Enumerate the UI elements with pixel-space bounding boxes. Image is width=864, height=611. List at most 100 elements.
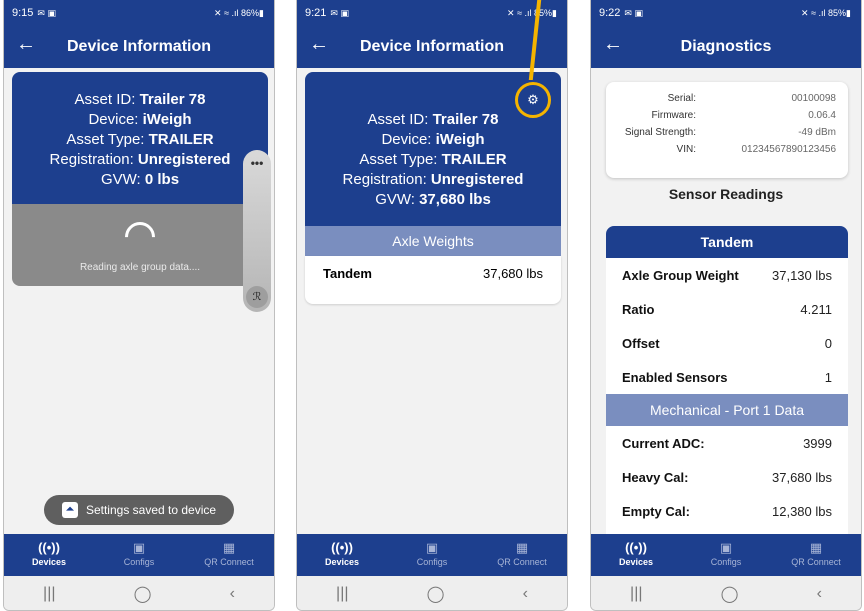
- tandem-row: Offset 0: [622, 335, 832, 351]
- back-arrow-icon[interactable]: ←: [16, 33, 36, 56]
- bottom-navigation: ((•)) Devices ▣ Configs ▦ QR Connect: [4, 534, 274, 576]
- app-bar: ← Diagnostics: [591, 26, 861, 68]
- page-title: Device Information: [359, 38, 505, 55]
- nav-devices[interactable]: ((•)) Devices: [297, 534, 387, 576]
- gvw-row: GVW: 37,680 lbs: [375, 191, 491, 208]
- system-navigation-bar: ||| ◯ ‹: [4, 576, 274, 610]
- axle-weights-header: Axle Weights: [305, 226, 561, 256]
- status-time: 9:15: [12, 7, 34, 19]
- nav-configs[interactable]: ▣ Configs: [387, 534, 477, 576]
- asset-type-row: Asset Type: TRAILER: [66, 131, 214, 148]
- gvw-value: 0 lbs: [144, 171, 180, 188]
- device-row: Device: iWeigh: [381, 131, 485, 148]
- broadcast-icon: ((•)): [625, 540, 647, 555]
- nav-devices[interactable]: ((•)) Devices: [591, 534, 681, 576]
- device-config-icon: ▣: [425, 540, 439, 555]
- system-indicators: ✕ ≈ .ıl 86%▮: [214, 7, 264, 18]
- tandem-row: Axle Group Weight 37,130 lbs: [622, 267, 832, 283]
- toast-message: ⏶ Settings saved to device: [44, 495, 234, 525]
- qr-code-icon: ▦: [809, 540, 823, 555]
- status-time: 9:22: [599, 7, 621, 19]
- nav-qr-connect[interactable]: ▦ QR Connect: [184, 534, 274, 576]
- status-bar: 9:21 ✉ ▣ ✕ ≈ .ıl 85%▮: [297, 0, 567, 26]
- bottom-navigation: ((•)) Devices ▣ Configs ▦ QR Connect: [591, 534, 861, 576]
- registration-row: Registration: Unregistered: [342, 171, 524, 188]
- status-bar: 9:15 ✉ ▣ ✕ ≈ .ıl 86%▮: [4, 0, 274, 26]
- broadcast-icon: ((•)): [38, 540, 60, 555]
- tandem-row: Ratio 4.211: [622, 301, 832, 317]
- asset-id-value: Trailer 78: [139, 91, 206, 108]
- system-back-button[interactable]: ‹: [523, 585, 528, 603]
- registration-value: Unregistered: [137, 151, 231, 168]
- qr-code-icon: ▦: [515, 540, 529, 555]
- qr-code-icon: ▦: [222, 540, 236, 555]
- registration-value: Unregistered: [430, 171, 524, 188]
- diag-row-firmware: Firmware: 0.06.4: [651, 110, 836, 121]
- side-panel-handle-icon[interactable]: ℛ: [246, 286, 268, 308]
- system-navigation-bar: ||| ◯ ‹: [591, 576, 861, 610]
- axle-row-tandem[interactable]: Tandem 37,680 lbs: [305, 256, 561, 304]
- phone-screen-1: 9:15 ✉ ▣ ✕ ≈ .ıl 86%▮ ← Device Informati…: [3, 0, 275, 611]
- gvw-row: GVW: 0 lbs: [100, 171, 180, 188]
- recent-apps-button[interactable]: |||: [630, 585, 642, 603]
- asset-id-row: Asset ID: Trailer 78: [74, 91, 206, 108]
- nav-qr-connect[interactable]: ▦ QR Connect: [771, 534, 861, 576]
- recent-apps-button[interactable]: |||: [336, 585, 348, 603]
- system-indicators: ✕ ≈ .ıl 85%▮: [507, 7, 557, 18]
- mech-row: Current ADC: 3999: [622, 435, 832, 451]
- sensor-readings-title: Sensor Readings: [668, 186, 784, 202]
- notification-icons: ✉ ▣: [330, 7, 349, 18]
- home-button[interactable]: ◯: [134, 584, 152, 604]
- system-back-button[interactable]: ‹: [230, 585, 235, 603]
- system-navigation-bar: ||| ◯ ‹: [297, 576, 567, 610]
- back-arrow-icon[interactable]: ←: [309, 33, 329, 56]
- nav-configs[interactable]: ▣ Configs: [681, 534, 771, 576]
- toast-text: Settings saved to device: [85, 503, 217, 517]
- more-options-icon[interactable]: •••: [243, 156, 271, 170]
- asset-type-value: TRAILER: [441, 151, 507, 168]
- diagnostics-info-card: Serial: 00100098 Firmware: 0.06.4 Signal S…: [606, 82, 848, 178]
- device-info-card: Asset ID: Trailer 78 Device: iWeigh Asse…: [12, 72, 268, 204]
- phone-screen-2: 9:21 ✉ ▣ ✕ ≈ .ıl 85%▮ ← Device Informati…: [296, 0, 568, 611]
- notification-icons: ✉ ▣: [37, 7, 56, 18]
- device-config-icon: ▣: [719, 540, 733, 555]
- system-indicators: ✕ ≈ .ıl 85%▮: [801, 7, 851, 18]
- diag-row-vin: VIN: 01234567890123456: [676, 144, 836, 155]
- tandem-row: Enabled Sensors 1: [622, 369, 832, 385]
- settings-sliders-icon[interactable]: ⚙: [515, 82, 551, 118]
- home-button[interactable]: ◯: [427, 584, 445, 604]
- bottom-navigation: ((•)) Devices ▣ Configs ▦ QR Connect: [297, 534, 567, 576]
- registration-row: Registration: Unregistered: [49, 151, 231, 168]
- app-bar: ← Device Information: [297, 26, 567, 68]
- loading-text: Reading axle group data....: [79, 262, 201, 273]
- asset-type-value: TRAILER: [148, 131, 214, 148]
- nav-configs[interactable]: ▣ Configs: [94, 534, 184, 576]
- loading-spinner-icon: [118, 215, 162, 259]
- mech-row: Empty Cal: 12,380 lbs: [622, 503, 832, 519]
- recent-apps-button[interactable]: |||: [43, 585, 55, 603]
- floating-side-panel[interactable]: ••• ℛ: [243, 150, 271, 312]
- gvw-value: 37,680 lbs: [419, 191, 491, 208]
- system-back-button[interactable]: ‹: [817, 585, 822, 603]
- home-button[interactable]: ◯: [721, 584, 739, 604]
- loading-panel: Reading axle group data....: [12, 204, 268, 286]
- diag-row-signal: Signal Strength: -49 dBm: [624, 127, 836, 138]
- mech-row: Heavy Cal: 37,680 lbs: [622, 469, 832, 485]
- tandem-card: Tandem Axle Group Weight 37,130 lbs Ratio…: [606, 226, 848, 536]
- nav-devices[interactable]: ((•)) Devices: [4, 534, 94, 576]
- axle-weight: 37,680 lbs: [483, 266, 543, 281]
- app-icon: ⏶: [61, 502, 78, 518]
- status-bar: 9:22 ✉ ▣ ✕ ≈ .ıl 85%▮: [591, 0, 861, 26]
- status-time: 9:21: [305, 7, 327, 19]
- asset-id-value: Trailer 78: [432, 111, 499, 128]
- asset-type-row: Asset Type: TRAILER: [359, 151, 507, 168]
- tandem-header: Tandem: [606, 226, 848, 258]
- phone-screen-3: 9:22 ✉ ▣ ✕ ≈ .ıl 85%▮ ← Diagnostics Seri…: [590, 0, 862, 611]
- broadcast-icon: ((•)): [331, 540, 353, 555]
- diag-row-serial: Serial: 00100098: [667, 93, 836, 104]
- notification-icons: ✉ ▣: [624, 7, 643, 18]
- app-bar: ← Device Information: [4, 26, 274, 68]
- back-arrow-icon[interactable]: ←: [603, 33, 623, 56]
- device-config-icon: ▣: [132, 540, 146, 555]
- nav-qr-connect[interactable]: ▦ QR Connect: [477, 534, 567, 576]
